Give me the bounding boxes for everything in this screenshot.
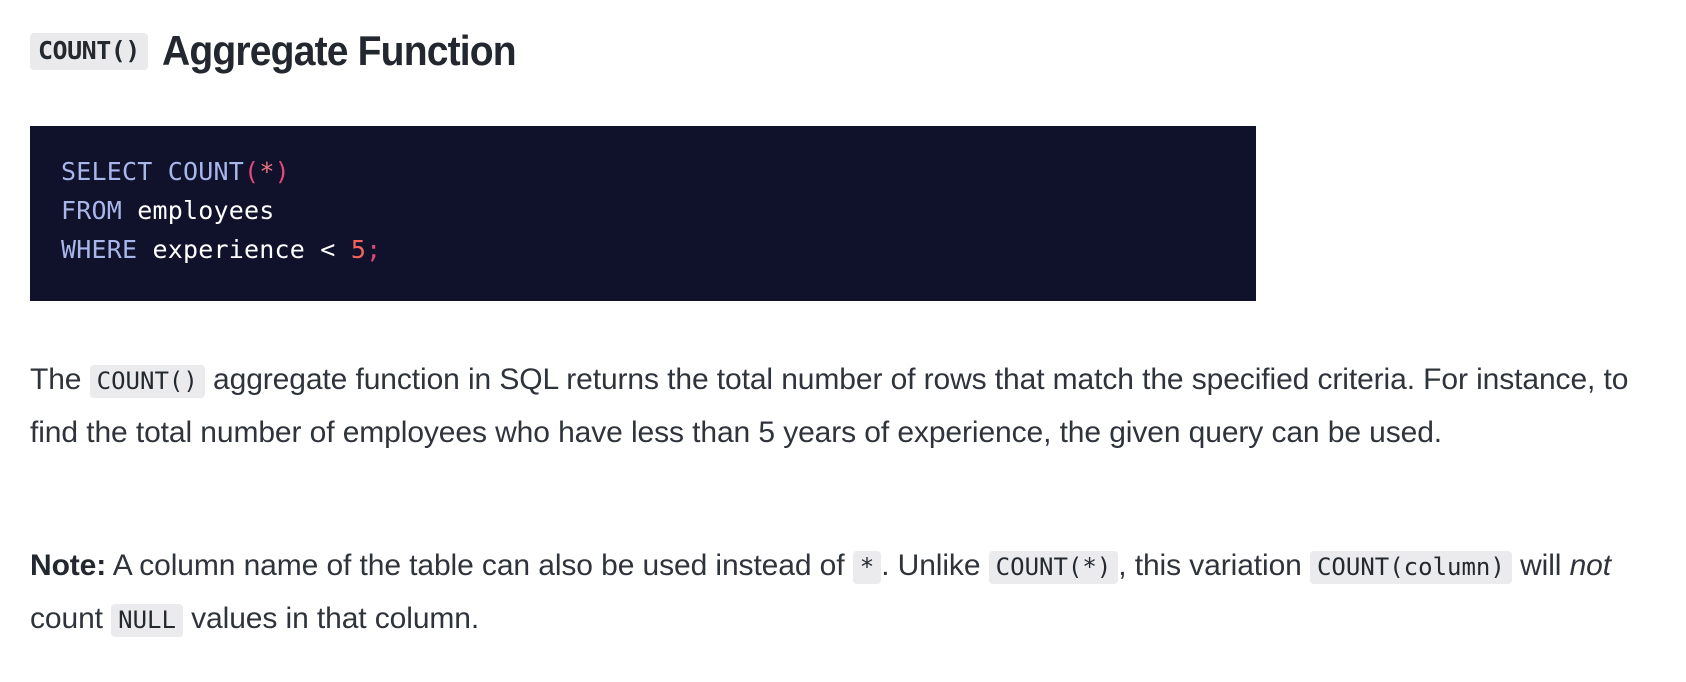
- code-token-keyword: COUNT: [167, 157, 245, 186]
- paragraph-text: , this variation: [1118, 549, 1310, 582]
- document-page: COUNT() Aggregate Function SELECT COUNT(…: [0, 0, 1686, 682]
- paragraph-text: count: [30, 602, 112, 635]
- code-token-keyword: FROM: [61, 196, 123, 225]
- code-token-plain: experience: [137, 235, 321, 264]
- paragraph-text: The: [30, 363, 90, 396]
- code-token-punct: ): [274, 157, 290, 186]
- code-line: WHERE experience < 5;: [61, 230, 1256, 269]
- code-token-punct: (: [244, 157, 260, 186]
- heading-code-chip: COUNT(): [30, 33, 148, 70]
- code-token-keyword: WHERE: [61, 235, 138, 264]
- note-label: Note:: [30, 549, 107, 582]
- paragraph-text: will: [1511, 549, 1570, 582]
- heading-title-text: Aggregate Function: [161, 27, 517, 75]
- code-token-punct: ;: [366, 235, 382, 264]
- description-paragraph: The COUNT() aggregate function in SQL re…: [30, 354, 1650, 459]
- paragraph-text: . Unlike: [881, 549, 989, 582]
- inline-code-asterisk: *: [852, 551, 882, 584]
- page-title: COUNT() Aggregate Function: [30, 27, 542, 75]
- sql-code-block[interactable]: SELECT COUNT(*) FROM employees WHERE exper…: [30, 126, 1256, 301]
- emphasis-not: not: [1569, 549, 1612, 582]
- code-token-star: *: [259, 157, 275, 186]
- code-line: SELECT COUNT(*): [61, 152, 1256, 191]
- paragraph-text: A column name of the table can also be u…: [106, 549, 853, 582]
- inline-code-count-star: COUNT(*): [988, 551, 1119, 584]
- inline-code-count: COUNT(): [89, 365, 205, 398]
- code-token-plain: employees: [122, 196, 275, 225]
- note-paragraph: Note: A column name of the table can als…: [30, 540, 1650, 646]
- inline-code-count-column: COUNT(column): [1309, 551, 1512, 584]
- paragraph-text: aggregate function in SQL returns the to…: [30, 363, 1629, 449]
- code-token-keyword: SELECT: [61, 157, 153, 186]
- code-token-operator: <: [320, 235, 336, 264]
- paragraph-text: values in that column.: [182, 602, 480, 635]
- code-line: FROM employees: [61, 191, 1256, 230]
- code-token-number: 5: [350, 235, 367, 264]
- inline-code-null: NULL: [111, 604, 183, 637]
